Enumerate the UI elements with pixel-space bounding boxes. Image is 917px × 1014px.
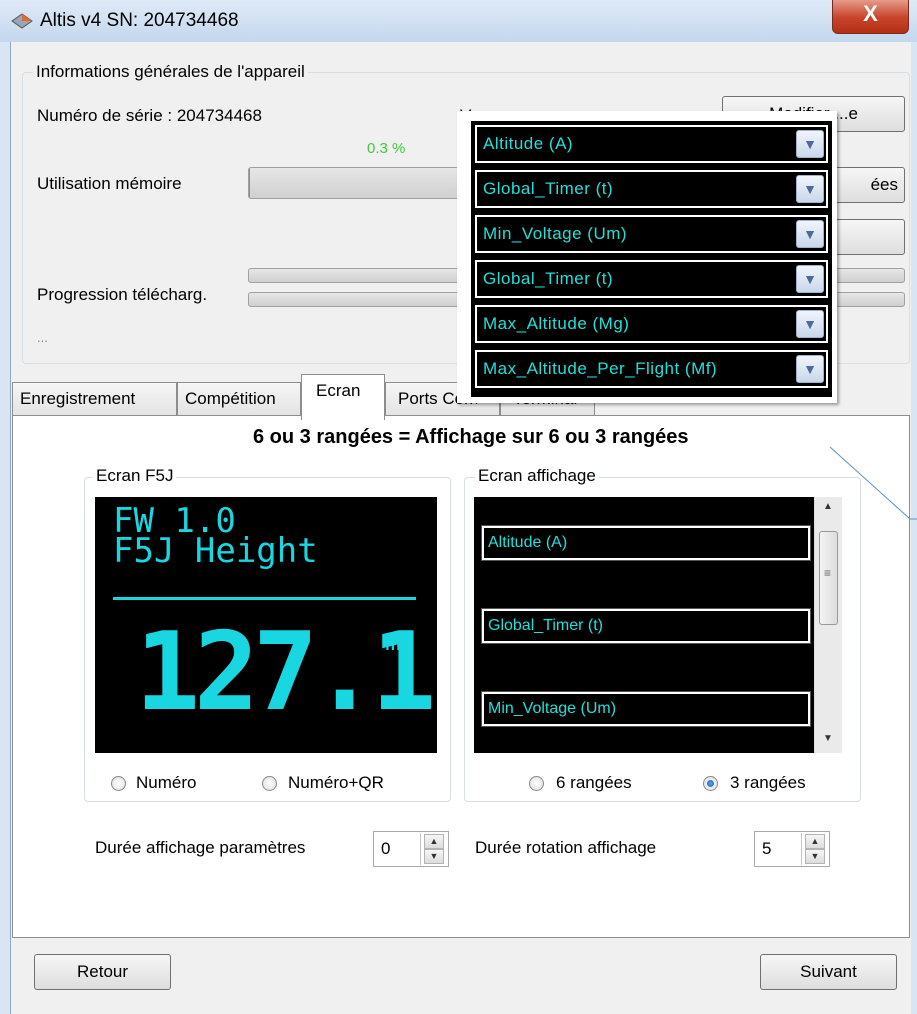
download-progress-bar-1: [248, 268, 478, 283]
display-rows-list[interactable]: Altitude (A) ▼ Global_Timer (t) ▼ Min_Vo…: [474, 497, 842, 753]
memory-usage-label: Utilisation mémoire: [37, 174, 182, 193]
window-title: Altis v4 SN: 204734468: [40, 10, 239, 31]
download-progress-bar-1-right: [835, 268, 905, 283]
tab-ecran[interactable]: Ecran: [301, 374, 385, 420]
chevron-down-icon[interactable]: ▼: [796, 265, 824, 293]
display-duration-label: Durée affichage paramètres: [95, 838, 306, 857]
close-button[interactable]: X: [832, 0, 909, 34]
general-info-title: Informations générales de l'appareil: [33, 62, 308, 82]
popup-combo-2[interactable]: Global_Timer (t) ▼: [473, 168, 830, 210]
tab-competition[interactable]: Compétition: [177, 382, 301, 416]
lcd-unit: m: [385, 627, 401, 657]
rotation-duration-spin[interactable]: ▲ ▼: [801, 833, 825, 865]
scroll-thumb[interactable]: ≡: [819, 531, 838, 625]
radio-numero-qr-label: Numéro+QR: [288, 773, 384, 792]
spin-up-icon[interactable]: ▲: [424, 834, 444, 849]
tab-enregistrement-label: Enregistrement: [20, 389, 136, 408]
radio-numero-label: Numéro: [136, 773, 197, 792]
display-duration-value: 0: [381, 839, 391, 858]
row-combo-3[interactable]: Min_Voltage (Um) ▼: [481, 691, 811, 727]
vertical-scrollbar[interactable]: ▲ ≡ ▼: [814, 497, 842, 753]
scroll-down-icon[interactable]: ▼: [823, 733, 833, 744]
serial-number-label: Numéro de série : 204734468: [37, 106, 262, 125]
title-bar[interactable]: Altis v4 SN: 204734468 X: [0, 0, 917, 42]
row-combo-3-value: Min_Voltage (Um): [488, 700, 617, 717]
popup-combo-1[interactable]: Altitude (A) ▼: [473, 123, 830, 165]
popup-combo-3[interactable]: Min_Voltage (Um) ▼: [473, 213, 830, 255]
rotation-duration-label: Durée rotation affichage: [475, 838, 657, 857]
row-selection-popup: Altitude (A) ▼ Global_Timer (t) ▼ Min_Vo…: [457, 111, 837, 403]
chevron-down-icon: ▼: [796, 618, 809, 633]
download-progress-bar-2-right: [835, 292, 905, 307]
radio-numero[interactable]: [111, 776, 126, 791]
radio-3-rows[interactable]: [703, 776, 718, 791]
memory-progress-fill: [249, 168, 250, 198]
lcd-separator: [113, 597, 416, 600]
radio-6-rows[interactable]: [529, 776, 544, 791]
lcd-screen: FW 1.0 F5J Height 127.1 m: [95, 497, 437, 753]
popup-combo-6-value: Max_Altitude_Per_Flight (Mf): [483, 359, 718, 378]
data-button[interactable]: ées: [832, 167, 905, 203]
popup-combo-4[interactable]: Global_Timer (t) ▼: [473, 258, 830, 300]
download-progress-label: Progression télécharg.: [37, 285, 208, 304]
popup-combo-6[interactable]: Max_Altitude_Per_Flight (Mf) ▼: [473, 348, 830, 390]
row-combo-1[interactable]: Altitude (A) ▼: [481, 525, 811, 561]
memory-progress-bar: [248, 167, 478, 199]
spin-up-icon[interactable]: ▲: [805, 834, 825, 849]
chevron-down-icon[interactable]: ▼: [796, 355, 824, 383]
chevron-down-icon[interactable]: ▼: [796, 130, 824, 158]
tab-ecran-label: Ecran: [316, 381, 361, 400]
radio-3-rows-label: 3 rangées: [730, 773, 806, 792]
spin-down-icon[interactable]: ▼: [424, 849, 444, 864]
chevron-down-icon[interactable]: ▼: [796, 175, 824, 203]
popup-combo-5-value: Max_Altitude (Mg): [483, 314, 630, 333]
annotation-text: 6 ou 3 rangées = Affichage sur 6 ou 3 ra…: [253, 426, 689, 448]
tab-competition-label: Compétition: [185, 389, 276, 408]
row-combo-1-value: Altitude (A): [488, 534, 568, 551]
next-button[interactable]: Suivant: [760, 954, 897, 990]
radio-numero-qr[interactable]: [262, 776, 277, 791]
next-button-label: Suivant: [800, 962, 857, 981]
screen-f5j-title: Ecran F5J: [93, 466, 177, 486]
display-duration-spin[interactable]: ▲ ▼: [420, 833, 444, 865]
popup-combo-3-value: Min_Voltage (Um): [483, 224, 628, 243]
data-button-label: ées: [870, 175, 898, 194]
chevron-down-icon: ▼: [796, 701, 809, 716]
popup-combo-4-value: Global_Timer (t): [483, 269, 614, 288]
grip-icon: ≡: [824, 566, 832, 580]
display-duration-stepper[interactable]: 0 ▲ ▼: [373, 831, 449, 867]
row-combo-2[interactable]: Global_Timer (t) ▼: [481, 608, 811, 644]
rotation-duration-value: 5: [762, 839, 772, 858]
popup-combo-5[interactable]: Max_Altitude (Mg) ▼: [473, 303, 830, 345]
popup-combo-1-value: Altitude (A): [483, 134, 574, 153]
radio-6-rows-label: 6 rangées: [556, 773, 632, 792]
status-text: ...: [37, 330, 48, 345]
download-progress-bar-2: [248, 292, 478, 307]
chevron-down-icon[interactable]: ▼: [796, 310, 824, 338]
row-combo-2-value: Global_Timer (t): [488, 617, 603, 634]
chevron-down-icon[interactable]: ▼: [796, 220, 824, 248]
lcd-line-mode: F5J Height: [113, 531, 318, 571]
memory-percent: 0.3 %: [367, 140, 406, 157]
action-button-2[interactable]: [832, 219, 905, 255]
scroll-up-icon[interactable]: ▲: [823, 501, 833, 512]
tab-enregistrement[interactable]: Enregistrement: [12, 382, 177, 416]
app-icon: [11, 13, 33, 29]
back-button[interactable]: Retour: [34, 954, 171, 990]
rotation-duration-stepper[interactable]: 5 ▲ ▼: [754, 831, 830, 867]
back-button-label: Retour: [76, 962, 129, 981]
display-screen-title: Ecran affichage: [475, 466, 599, 486]
spin-down-icon[interactable]: ▼: [805, 849, 825, 864]
popup-combo-2-value: Global_Timer (t): [483, 179, 614, 198]
chevron-down-icon: ▼: [796, 535, 809, 550]
